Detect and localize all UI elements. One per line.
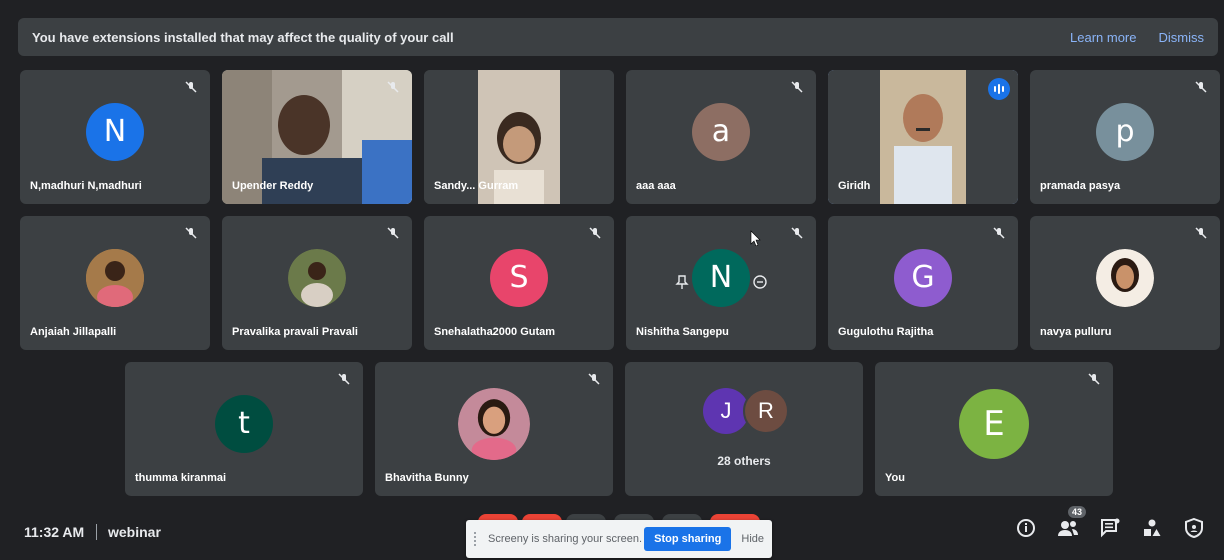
mic-off-icon [1088, 373, 1100, 385]
participant-tile[interactable]: N N,madhuri N,madhuri [20, 70, 210, 204]
participant-name: pramada pasya [1040, 180, 1121, 192]
participant-name: Gugulothu Rajitha [838, 326, 934, 338]
learn-more-link[interactable]: Learn more [1070, 30, 1136, 45]
profile-photo-avatar [86, 248, 144, 307]
participant-name: Anjaiah Jillapalli [30, 326, 117, 338]
right-controls: 43 [1014, 506, 1206, 540]
self-tile[interactable]: E You [875, 362, 1113, 496]
participant-name: thumma kiranmai [135, 472, 227, 484]
participant-tile[interactable]: navya pulluru [1030, 216, 1220, 350]
participant-name: aaa aaa [636, 180, 676, 192]
mic-off-icon [589, 227, 601, 239]
chat-button[interactable] [1098, 516, 1122, 540]
avatar: N [692, 248, 750, 307]
participant-tile[interactable]: S Snehalatha2000 Gutam [424, 216, 614, 350]
participant-name: You [885, 472, 905, 484]
participant-tile[interactable]: Bhavitha Bunny [375, 362, 613, 496]
share-status-text: Screeny is sharing your screen. [488, 533, 643, 545]
participant-tile[interactable]: Pravalika pravali Pravali [222, 216, 412, 350]
profile-photo-avatar [288, 248, 346, 307]
participant-tile[interactable]: p pramada pasya [1030, 70, 1220, 204]
mic-off-icon [993, 227, 1005, 239]
participant-tile[interactable]: a aaa aaa [626, 70, 816, 204]
host-controls-button[interactable] [1182, 516, 1206, 540]
mic-off-icon [1195, 227, 1207, 239]
participant-tile[interactable]: Anjaiah Jillapalli [20, 216, 210, 350]
avatar: E [959, 388, 1029, 459]
people-button[interactable]: 43 [1056, 506, 1086, 540]
avatar: N [86, 102, 144, 161]
participant-tile[interactable]: N Nishitha Sangepu [626, 216, 816, 350]
mic-off-icon [338, 373, 350, 385]
dismiss-button[interactable]: Dismiss [1159, 30, 1205, 45]
remove-icon[interactable] [752, 274, 768, 290]
participant-name: Pravalika pravali Pravali [232, 326, 358, 338]
profile-photo-avatar [458, 387, 530, 460]
participant-tile-speaking[interactable]: Giridh [828, 70, 1018, 204]
speaking-indicator-icon [988, 78, 1010, 100]
hide-button[interactable]: Hide [741, 533, 764, 545]
activities-button[interactable] [1140, 516, 1164, 540]
others-count: 28 others [717, 454, 771, 468]
avatar: R [743, 388, 789, 434]
avatar: S [490, 248, 548, 307]
mic-off-icon [588, 373, 600, 385]
divider [96, 524, 97, 540]
activities-icon [1144, 519, 1161, 536]
mic-off-icon [387, 81, 399, 93]
chat-icon [1101, 518, 1120, 538]
pin-icon[interactable] [674, 274, 690, 290]
avatar: t [215, 394, 273, 453]
mic-off-icon [387, 227, 399, 239]
mic-off-icon [791, 81, 803, 93]
participant-name: Snehalatha2000 Gutam [434, 326, 556, 338]
meeting-details-button[interactable] [1014, 516, 1038, 540]
participant-name: Upender Reddy [232, 180, 314, 192]
mouse-cursor-icon [750, 230, 761, 246]
screen-share-notification: Screeny is sharing your screen. Stop sha… [466, 520, 772, 558]
mic-off-icon [185, 227, 197, 239]
others-tile[interactable]: J R 28 others [625, 362, 863, 496]
participant-tile[interactable]: Upender Reddy [222, 70, 412, 204]
participant-tile[interactable]: G Gugulothu Rajitha [828, 216, 1018, 350]
avatar: G [894, 248, 952, 307]
mic-off-icon [791, 227, 803, 239]
participant-name: Sandy... Gurram [434, 180, 519, 192]
participant-name: Bhavitha Bunny [385, 472, 469, 484]
participant-name: Nishitha Sangepu [636, 326, 729, 338]
participant-name: Giridh [838, 180, 871, 192]
participant-name: N,madhuri N,madhuri [30, 180, 142, 192]
info-icon [1017, 519, 1035, 537]
mic-off-icon [185, 81, 197, 93]
avatar: a [692, 102, 750, 161]
banner-text: You have extensions installed that may a… [32, 29, 454, 45]
people-icon [1058, 521, 1078, 536]
extensions-warning-banner: You have extensions installed that may a… [18, 18, 1218, 56]
people-count-badge: 43 [1067, 506, 1086, 518]
participant-tile[interactable]: Sandy... Gurram [424, 70, 614, 204]
clock: 11:32 AM [24, 524, 85, 540]
stop-sharing-button[interactable]: Stop sharing [644, 527, 732, 551]
avatar: p [1096, 102, 1154, 161]
drag-handle-icon[interactable] [474, 532, 480, 546]
participant-name: navya pulluru [1040, 326, 1112, 338]
meeting-name: webinar [108, 524, 161, 540]
mic-off-icon [1195, 81, 1207, 93]
shield-icon [1185, 518, 1203, 538]
participant-tile[interactable]: t thumma kiranmai [125, 362, 363, 496]
profile-photo-avatar [1096, 248, 1154, 307]
